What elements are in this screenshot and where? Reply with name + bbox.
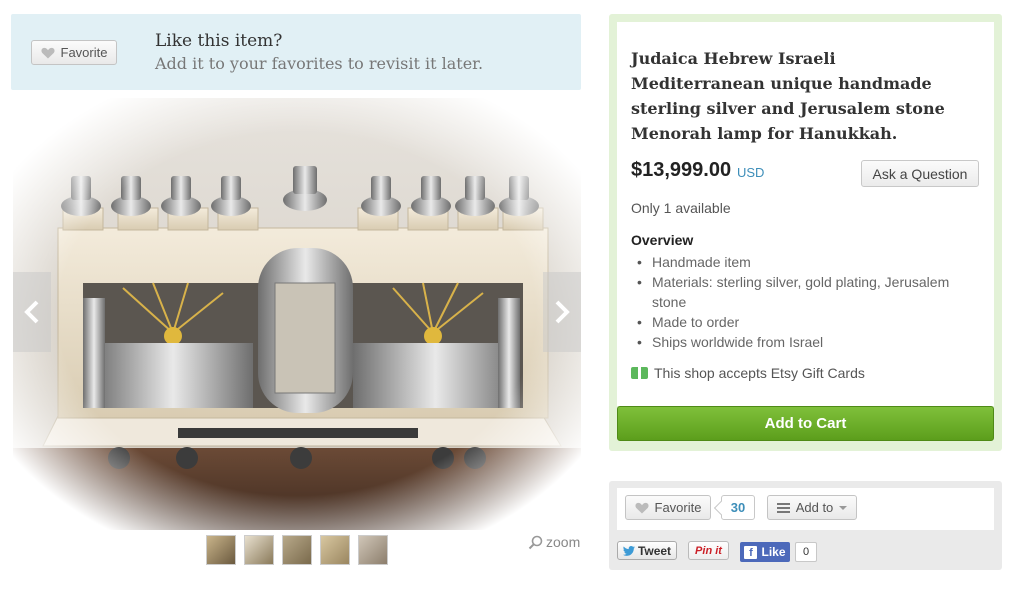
overview-item: Handmade item	[631, 252, 981, 272]
tweet-button[interactable]: Tweet	[617, 541, 677, 560]
social-box: Favorite 30 Add to Tweet Pin it f Like 0	[609, 481, 1002, 570]
listing-image-viewer[interactable]	[13, 98, 581, 530]
add-to-label: Add to	[795, 500, 834, 515]
thumbnail-image[interactable]	[244, 535, 274, 565]
chevron-down-icon	[839, 505, 848, 510]
favorite-button[interactable]: Favorite	[31, 40, 117, 65]
overview-item: Ships worldwide from Israel	[631, 332, 981, 352]
overview-item: Materials: sterling silver, gold plating…	[631, 272, 981, 312]
like-count: 0	[795, 542, 817, 562]
favorite-banner: Favorite Like this item? Add it to your …	[11, 14, 581, 90]
like-label: Like	[761, 545, 786, 559]
favorite-item-label: Favorite	[654, 500, 702, 515]
facebook-icon: f	[744, 545, 758, 559]
add-to-cart-button[interactable]: Add to Cart	[617, 406, 994, 441]
social-actions: Favorite 30 Add to	[617, 488, 994, 530]
heart-icon	[40, 47, 55, 58]
thumbnail-image[interactable]	[282, 535, 312, 565]
add-to-list-button[interactable]: Add to	[767, 495, 857, 520]
overview-list: Handmade item Materials: sterling silver…	[631, 252, 981, 352]
overview-heading: Overview	[631, 232, 694, 248]
ask-question-button[interactable]: Ask a Question	[861, 160, 979, 187]
previous-image-button[interactable]	[13, 272, 51, 352]
favorite-item-button[interactable]: Favorite	[625, 495, 711, 520]
favorite-button-label: Favorite	[60, 45, 108, 60]
gift-card-icon	[631, 367, 648, 379]
gift-card-notice: This shop accepts Etsy Gift Cards	[631, 365, 865, 381]
zoom-label: zoom	[546, 534, 581, 550]
thumbnail-strip	[206, 535, 388, 565]
favorite-banner-title: Like this item?	[155, 31, 283, 51]
zoom-link[interactable]: zoom	[528, 534, 580, 550]
pin-it-button[interactable]: Pin it	[688, 541, 729, 560]
buy-box: Judaica Hebrew Israeli Mediterranean uni…	[609, 14, 1002, 451]
favorite-count[interactable]: 30	[721, 495, 755, 520]
listing-photo[interactable]	[13, 98, 581, 530]
thumbnail-image[interactable]	[320, 535, 350, 565]
tweet-label: Tweet	[637, 543, 672, 558]
listing-details: Judaica Hebrew Israeli Mediterranean uni…	[617, 22, 994, 406]
availability-text: Only 1 available	[631, 200, 731, 216]
listing-price: $13,999.00	[631, 159, 732, 181]
facebook-like-button[interactable]: f Like	[740, 542, 790, 562]
list-icon	[776, 502, 790, 513]
gift-card-text: This shop accepts Etsy Gift Cards	[654, 365, 865, 381]
twitter-bird-icon	[622, 545, 635, 556]
overview-item: Made to order	[631, 312, 981, 332]
thumbnail-image[interactable]	[206, 535, 236, 565]
chevron-right-icon	[555, 300, 570, 324]
magnifier-icon	[528, 535, 543, 549]
currency-code[interactable]: USD	[737, 165, 764, 180]
thumbnail-image[interactable]	[358, 535, 388, 565]
next-image-button[interactable]	[543, 272, 581, 352]
chevron-left-icon	[24, 300, 39, 324]
favorite-banner-subtitle: Add it to your favorites to revisit it l…	[155, 54, 484, 73]
heart-icon	[634, 502, 649, 513]
listing-title: Judaica Hebrew Israeli Mediterranean uni…	[631, 49, 945, 143]
